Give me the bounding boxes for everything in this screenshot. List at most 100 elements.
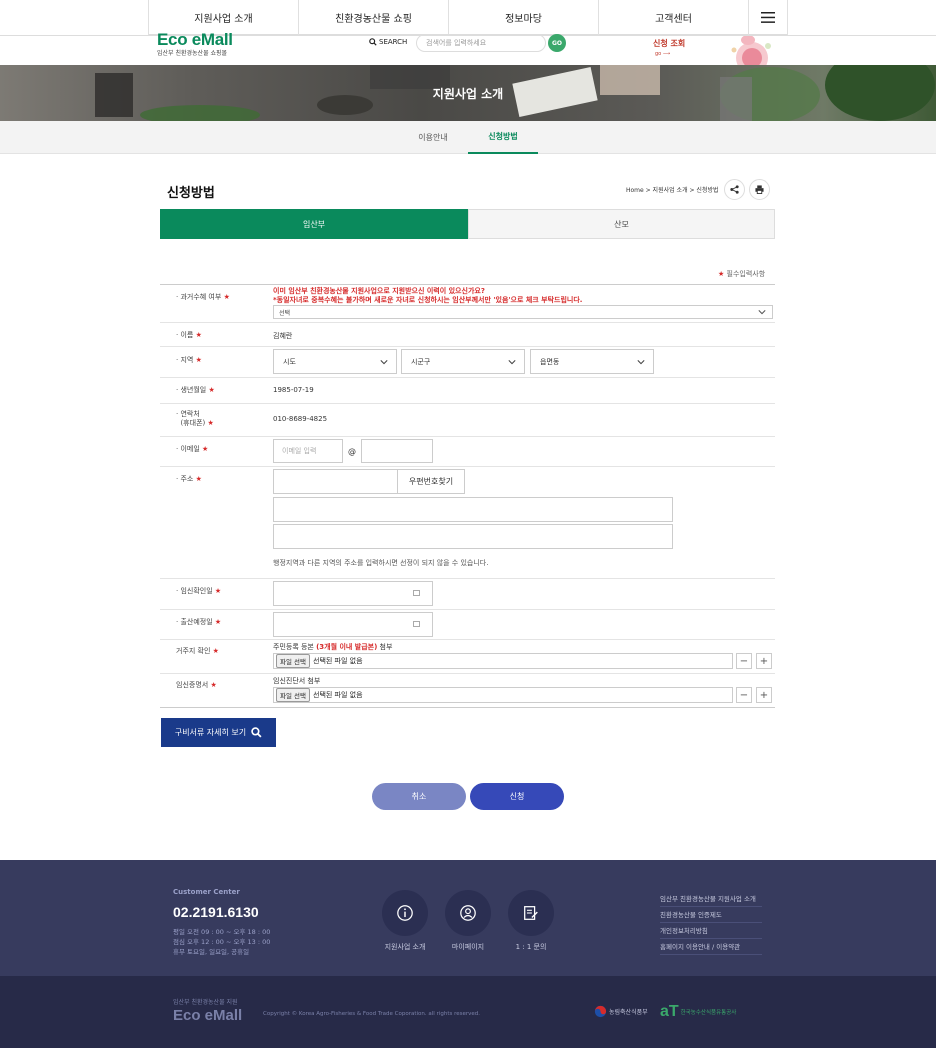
row-divider bbox=[160, 322, 775, 323]
certificate-file-input[interactable]: 파일 선택 선택된 파일 없음 bbox=[273, 687, 733, 703]
calendar-icon[interactable] bbox=[413, 621, 420, 627]
residence-add-button[interactable]: + bbox=[756, 653, 772, 669]
row-divider bbox=[160, 673, 775, 674]
phone-label: · 연락처 (휴대폰) ★ bbox=[176, 410, 214, 427]
share-button[interactable] bbox=[724, 179, 745, 200]
footer-link-privacy[interactable]: 개인정보처리방침 bbox=[660, 925, 762, 939]
footer-mypage-button[interactable] bbox=[445, 890, 491, 936]
nav-item-support[interactable]: 고객센터 bbox=[598, 0, 748, 35]
certificate-description: 임신진단서 첨부 bbox=[273, 677, 321, 685]
address-label: · 주소 ★ bbox=[176, 475, 202, 483]
footer-program-button[interactable] bbox=[382, 890, 428, 936]
footer-logo-subtitle: 임산부 친환경농산물 지원 bbox=[173, 999, 238, 1006]
residence-label: 거주지 확인 ★ bbox=[176, 647, 219, 655]
form-top-border bbox=[160, 284, 775, 285]
info-icon bbox=[397, 905, 413, 921]
region-sido-select[interactable]: 시도 bbox=[273, 349, 397, 374]
pregnancy-date-label: · 임신확인일 ★ bbox=[176, 587, 222, 595]
user-icon bbox=[460, 905, 476, 921]
top-navigation: 지원사업 소개 친환경농산물 쇼핑 정보마당 고객센터 bbox=[148, 0, 788, 35]
nav-item-shopping[interactable]: 친환경농산물 쇼핑 bbox=[298, 0, 448, 35]
tab-application-method[interactable]: 신청방법 bbox=[468, 121, 538, 154]
search-icon bbox=[369, 38, 377, 46]
postcode-search-button[interactable]: 우편번호찾기 bbox=[397, 469, 465, 494]
chevron-down-icon bbox=[637, 360, 645, 365]
hamburger-menu-icon[interactable] bbox=[748, 0, 788, 35]
search-icon bbox=[251, 727, 262, 738]
certificate-file-button[interactable]: 파일 선택 bbox=[276, 688, 310, 702]
print-icon bbox=[755, 185, 764, 194]
certificate-remove-button[interactable]: − bbox=[736, 687, 752, 703]
residence-file-button[interactable]: 파일 선택 bbox=[276, 654, 310, 668]
footer-logo: Eco eMall bbox=[173, 1007, 243, 1024]
calendar-icon[interactable] bbox=[413, 590, 420, 596]
hours-closed: 휴무 토요일, 일요일, 공휴일 bbox=[173, 948, 250, 956]
site-logo[interactable]: Eco eMall bbox=[157, 28, 233, 45]
email-local-input[interactable]: 이메일 입력 bbox=[273, 439, 343, 463]
row-divider bbox=[160, 639, 775, 640]
birth-value: 1985-07-19 bbox=[273, 386, 314, 394]
pregnancy-date-input[interactable] bbox=[273, 581, 433, 606]
taegeuk-icon bbox=[594, 1005, 607, 1018]
search-go-button[interactable]: GO bbox=[548, 34, 566, 52]
footer-link-certification[interactable]: 친환경농산물 인증제도 bbox=[660, 909, 762, 923]
past-benefit-select[interactable]: 선택 bbox=[273, 305, 773, 319]
application-lookup-link[interactable]: 신청 조회 bbox=[653, 38, 685, 49]
footer-link-program[interactable]: 임산부 친환경농산물 지원사업 소개 bbox=[660, 893, 762, 907]
row-divider bbox=[160, 578, 775, 579]
copyright: Copyright © Korea Agro-Fisheries & Food … bbox=[263, 1011, 481, 1017]
application-lookup-go[interactable]: go ⟶ bbox=[655, 51, 670, 57]
due-date-input[interactable] bbox=[273, 612, 433, 637]
certificate-add-button[interactable]: + bbox=[756, 687, 772, 703]
chevron-down-icon bbox=[758, 310, 766, 315]
customer-center-phone: 02.2191.6130 bbox=[173, 904, 259, 920]
pregnant-woman-illustration bbox=[722, 36, 778, 66]
customer-center-label: Customer Center bbox=[173, 888, 240, 896]
print-button[interactable] bbox=[749, 179, 770, 200]
sub-tab-bar: 이용안내 신청방법 bbox=[0, 121, 936, 154]
site-logo-subtitle: 임산부 친환경농산물 쇼핑몰 bbox=[157, 50, 228, 57]
submit-button[interactable]: 신청 bbox=[470, 783, 564, 810]
search-input[interactable]: 검색어를 입력하세요 bbox=[416, 34, 546, 52]
postcode-input[interactable] bbox=[273, 469, 398, 494]
row-divider bbox=[160, 377, 775, 378]
footer-inquiry-label: 1 : 1 문의 bbox=[515, 943, 547, 951]
tab-usage-guide[interactable]: 이용안내 bbox=[398, 121, 468, 154]
due-date-label: · 출산예정일 ★ bbox=[176, 618, 222, 626]
view-required-documents-button[interactable]: 구비서류 자세히 보기 bbox=[161, 718, 276, 747]
nav-item-info[interactable]: 정보마당 bbox=[448, 0, 598, 35]
edit-document-icon bbox=[524, 906, 538, 920]
at-logo: aT 한국농수산식품유통공사 bbox=[660, 1003, 737, 1020]
hero-title: 지원사업 소개 bbox=[432, 87, 504, 101]
form-bottom-border bbox=[160, 707, 775, 708]
row-divider bbox=[160, 403, 775, 404]
email-domain-input[interactable] bbox=[361, 439, 433, 463]
region-sigungu-select[interactable]: 시군구 bbox=[401, 349, 525, 374]
residence-file-input[interactable]: 파일 선택 선택된 파일 없음 bbox=[273, 653, 733, 669]
phone-value: 010-8689-4825 bbox=[273, 415, 328, 423]
cancel-button[interactable]: 취소 bbox=[372, 783, 466, 810]
past-benefit-warning: 이미 임산부 친환경농산물 지원사업으로 지원받으신 이력이 있으신가요? *동… bbox=[273, 287, 583, 304]
chevron-down-icon bbox=[380, 360, 388, 365]
chevron-down-icon bbox=[508, 360, 516, 365]
tab-postpartum[interactable]: 산모 bbox=[468, 209, 775, 239]
region-label: · 지역 ★ bbox=[176, 356, 202, 364]
page-title: 신청방법 bbox=[167, 186, 215, 201]
hours-weekday: 평일 오전 09 : 00 ~ 오후 18 : 00 bbox=[173, 928, 271, 936]
row-divider bbox=[160, 436, 775, 437]
tab-pregnant[interactable]: 임산부 bbox=[160, 209, 468, 239]
footer-inquiry-button[interactable] bbox=[508, 890, 554, 936]
hours-lunch: 점심 오후 12 : 00 ~ 오후 13 : 00 bbox=[173, 938, 271, 946]
ministry-logo: 농림축산식품부 bbox=[594, 1005, 648, 1018]
hero-banner: 지원사업 소개 bbox=[0, 65, 936, 121]
footer-link-terms[interactable]: 홈페이지 이용안내 / 이용약관 bbox=[660, 941, 762, 955]
row-divider bbox=[160, 466, 775, 467]
residence-remove-button[interactable]: − bbox=[736, 653, 752, 669]
address-line2-input[interactable] bbox=[273, 524, 673, 549]
region-eupmyeon-select[interactable]: 읍면동 bbox=[530, 349, 654, 374]
birth-label: · 생년월일 ★ bbox=[176, 386, 215, 394]
residence-description: 주민등록 등본 (3개월 이내 발급본) 첨부 bbox=[273, 643, 393, 651]
address-line1-input[interactable] bbox=[273, 497, 673, 522]
required-note: ★ 필수입력사항 bbox=[718, 270, 766, 278]
row-divider bbox=[160, 609, 775, 610]
